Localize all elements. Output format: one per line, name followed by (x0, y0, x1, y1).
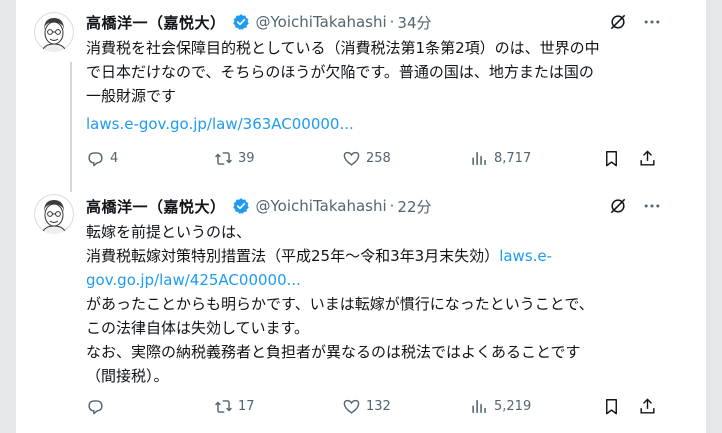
reply-icon (88, 399, 103, 414)
repost-icon (215, 151, 232, 165)
text-line: （間接税）。 (86, 367, 169, 385)
law-link[interactable]: laws.e-gov.go.jp/law/363AC00000... (86, 115, 354, 133)
timestamp[interactable]: 22分 (397, 196, 431, 217)
text-line: 消費税転嫁対策特別措置法（平成25年～令和3年3月末失効）laws.e- (86, 247, 553, 265)
bookmark-button[interactable] (602, 148, 621, 168)
more-icon[interactable] (642, 196, 662, 216)
tweet[interactable]: 高橋洋一（嘉悦大） @YoichiTakahashi · 34分 消費税を社会保… (16, 0, 706, 188)
action-bar: 4 39 258 8,717 (86, 148, 666, 168)
views-icon (472, 399, 486, 413)
separator: · (389, 197, 395, 215)
share-icon (640, 149, 655, 166)
reply-count: 4 (110, 150, 119, 166)
window-frame-right (706, 0, 722, 433)
views-count: 5,219 (494, 398, 532, 414)
timestamp[interactable]: 34分 (397, 12, 431, 33)
verified-badge-icon (232, 14, 249, 30)
avatar[interactable] (34, 194, 74, 234)
text-line: 一般財源です (86, 87, 177, 105)
law-link[interactable]: gov.go.jp/law/425AC00000... (86, 271, 301, 289)
reply-button[interactable]: 4 (86, 148, 118, 168)
tweet-text: 転嫁を前提というのは、 消費税転嫁対策特別措置法（平成25年～令和3年3月末失効… (86, 220, 666, 388)
bookmark-icon (606, 398, 617, 414)
share-icon (640, 397, 655, 414)
share-button[interactable] (638, 148, 657, 168)
action-bar: 17 132 5,219 (86, 396, 666, 416)
verified-badge-icon (232, 198, 249, 214)
views-icon (472, 151, 486, 165)
views-count: 8,717 (494, 150, 532, 166)
repost-button[interactable]: 39 (214, 148, 255, 168)
author-name[interactable]: 高橋洋一（嘉悦大） (86, 12, 226, 33)
repost-count: 17 (238, 398, 255, 414)
text-line: laws.e-gov.go.jp/law/363AC00000... (86, 112, 666, 136)
bookmark-icon (606, 150, 617, 166)
text-line: gov.go.jp/law/425AC00000... (86, 268, 666, 292)
views-button[interactable]: 5,219 (470, 396, 531, 416)
repost-icon (215, 399, 232, 413)
tweet-header: 高橋洋一（嘉悦大） @YoichiTakahashi · 34分 (86, 10, 432, 34)
repost-button[interactable]: 17 (214, 396, 255, 416)
more-icon[interactable] (642, 12, 662, 32)
tweet-text: 消費税を社会保障目的税としている（消費税法第1条第2項）のは、世界の中 で日本だ… (86, 36, 666, 136)
tweet-header: 高橋洋一（嘉悦大） @YoichiTakahashi · 22分 (86, 194, 432, 218)
window-frame-left (0, 0, 16, 433)
text-line: があったことからも明らかです、いまは転嫁が慣行になったということで、 (86, 295, 594, 313)
views-button[interactable]: 8,717 (470, 148, 531, 168)
like-button[interactable]: 132 (342, 396, 391, 416)
text-line: なお、実際の納税義務者と負担者が異なるのは税法ではよくあることです (86, 343, 581, 361)
bookmark-button[interactable] (602, 396, 621, 416)
like-icon (343, 399, 360, 414)
text-line: この法律自体は失効しています。 (86, 319, 310, 337)
text-line: 転嫁を前提というのは、 (86, 223, 252, 241)
author-handle[interactable]: @YoichiTakahashi (256, 13, 387, 31)
like-icon (343, 151, 360, 166)
law-link[interactable]: laws.e- (499, 247, 552, 265)
grok-icon[interactable] (608, 12, 628, 32)
author-name[interactable]: 高橋洋一（嘉悦大） (86, 196, 226, 217)
reply-icon (88, 151, 103, 166)
like-button[interactable]: 258 (342, 148, 391, 168)
like-count: 258 (366, 150, 391, 166)
timeline: 高橋洋一（嘉悦大） @YoichiTakahashi · 34分 消費税を社会保… (16, 0, 706, 433)
like-count: 132 (366, 398, 391, 414)
tweet[interactable]: 高橋洋一（嘉悦大） @YoichiTakahashi · 22分 転嫁を前提とい… (16, 188, 706, 433)
grok-icon[interactable] (608, 196, 628, 216)
author-handle[interactable]: @YoichiTakahashi (256, 197, 387, 215)
separator: · (389, 13, 395, 31)
text-line: 消費税を社会保障目的税としている（消費税法第1条第2項）のは、世界の中 (86, 39, 600, 57)
repost-count: 39 (238, 150, 255, 166)
reply-button[interactable] (86, 396, 110, 416)
avatar[interactable] (34, 12, 74, 52)
share-button[interactable] (638, 396, 657, 416)
text-line: で日本だけなので、そちらのほうが欠陥です。普通の国は、地方または国の (86, 63, 594, 81)
